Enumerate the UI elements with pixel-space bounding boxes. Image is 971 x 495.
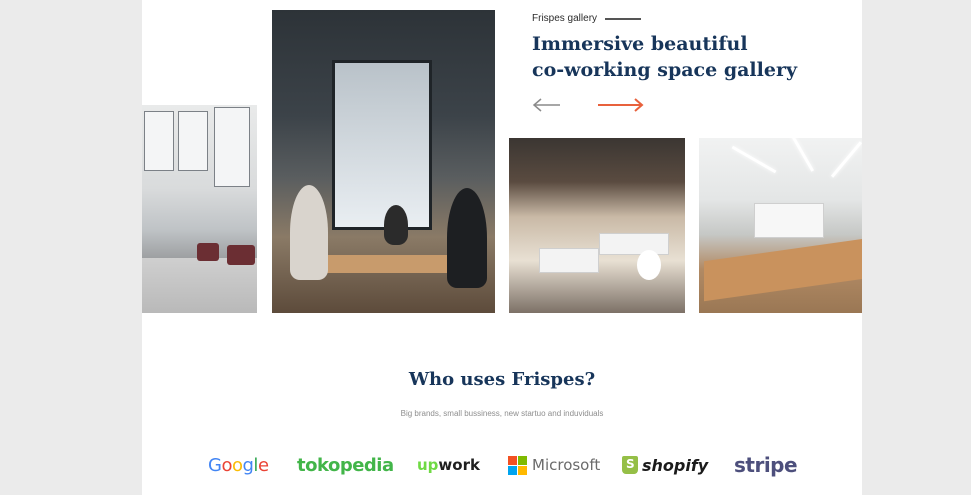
gallery-headline-line2: co-working space gallery xyxy=(532,59,797,81)
shopify-logo-text: shopify xyxy=(642,455,709,475)
google-logo-letter: e xyxy=(257,454,269,476)
person-decor xyxy=(290,185,328,280)
light-decor xyxy=(788,138,815,172)
floor-decor xyxy=(142,258,257,313)
gallery-photo-conference-room[interactable] xyxy=(699,138,862,313)
desk-decor xyxy=(599,233,669,255)
shopify-bag-icon xyxy=(622,456,638,474)
stripe-logo[interactable]: stripe xyxy=(734,450,798,480)
arrow-right-icon[interactable] xyxy=(596,95,646,115)
google-logo-text: Google xyxy=(208,455,269,476)
google-logo[interactable]: Google xyxy=(208,450,269,480)
sofa-decor xyxy=(197,243,219,261)
sofa-decor xyxy=(227,245,255,265)
gallery-photo-lobby[interactable] xyxy=(142,105,257,313)
gallery-photo-open-office[interactable] xyxy=(509,138,685,313)
gallery-photo-team-meeting[interactable] xyxy=(272,10,495,313)
arrow-left-icon[interactable] xyxy=(532,95,582,115)
google-logo-letter: o xyxy=(231,454,243,476)
clients-title: Who uses Frispes? xyxy=(408,369,596,390)
gallery-headline-line1: Immersive beautiful xyxy=(532,33,748,55)
microsoft-logo-text: Microsoft xyxy=(532,456,601,474)
microsoft-logo[interactable]: Microsoft xyxy=(508,450,600,480)
google-logo-letter: g xyxy=(242,454,254,476)
light-decor xyxy=(830,141,862,178)
clients-subtitle: Big brands, small bussiness, new startuo… xyxy=(400,409,604,418)
gallery-label-rule xyxy=(605,17,642,20)
google-logo-letter: o xyxy=(221,454,232,476)
tokopedia-logo[interactable]: tokopedia xyxy=(297,450,394,480)
gallery-page: Frispes gallery Immersive beautiful co-w… xyxy=(142,0,862,495)
google-logo-letter: G xyxy=(208,454,222,476)
tokopedia-logo-text: tokopedia xyxy=(297,454,394,476)
stripe-logo-text: stripe xyxy=(734,453,798,477)
upwork-logo-work: work xyxy=(438,456,480,474)
whiteboard-decor xyxy=(754,203,824,238)
light-decor xyxy=(731,145,777,174)
window-decor xyxy=(144,111,174,171)
upwork-logo[interactable]: up work xyxy=(417,450,480,480)
window-decor xyxy=(178,111,208,171)
chair-decor xyxy=(637,250,661,280)
table-decor xyxy=(704,238,862,302)
gallery-nav xyxy=(532,95,646,115)
door-decor xyxy=(332,60,432,230)
window-decor xyxy=(214,107,250,187)
desk-decor xyxy=(539,248,599,273)
microsoft-grid-icon xyxy=(508,455,527,475)
person-decor xyxy=(447,188,487,288)
gallery-headline: Immersive beautiful co-working space gal… xyxy=(532,31,832,83)
gallery-label-text: Frispes gallery xyxy=(532,13,598,24)
shopify-logo[interactable]: shopify xyxy=(622,450,708,480)
gallery-label: Frispes gallery xyxy=(532,13,642,24)
person-decor xyxy=(384,205,408,245)
upwork-logo-up: up xyxy=(417,456,439,474)
client-logos: Google tokopedia upwork Microsoft shopif… xyxy=(202,450,802,480)
